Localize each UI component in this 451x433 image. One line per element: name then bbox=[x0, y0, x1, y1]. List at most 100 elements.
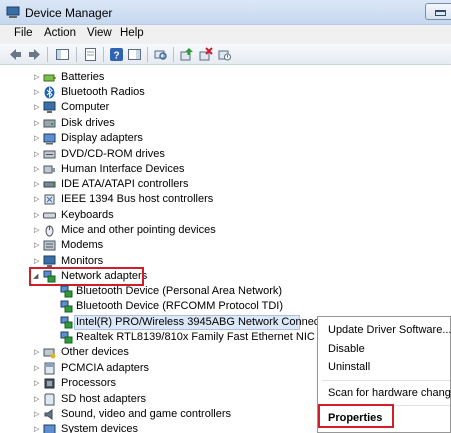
tree-item-label: Bluetooth Device (RFCOMM Protocol TDI) bbox=[76, 300, 284, 312]
expand-icon[interactable]: ▷ bbox=[34, 257, 39, 266]
expand-icon[interactable]: ▷ bbox=[34, 364, 39, 373]
tree-item-ieee-1394-bus-host-controllers[interactable]: ▷ IEEE 1394 Bus host controllers bbox=[0, 192, 451, 207]
tree-item-label: Computer bbox=[61, 101, 110, 113]
menu-bar: File Action View Help bbox=[0, 25, 451, 44]
toolbar-separator bbox=[173, 47, 174, 62]
tree-item-disk-drives[interactable]: ▷ Disk drives bbox=[0, 116, 451, 131]
network-adapter-icon bbox=[60, 300, 73, 313]
title-bar: Device Manager bbox=[0, 0, 451, 25]
ide-controller-icon bbox=[43, 181, 56, 188]
tree-item-label: Bluetooth Device (Personal Area Network) bbox=[76, 285, 283, 297]
tree-item-label: Other devices bbox=[61, 346, 129, 358]
menu-action[interactable]: Action bbox=[44, 27, 76, 39]
scan-for-hardware-changes-menu-item[interactable]: Scan for hardware changes bbox=[328, 387, 451, 399]
tree-item-batteries[interactable]: ▷ Batteries bbox=[0, 70, 451, 85]
toolbar-separator bbox=[47, 47, 48, 62]
tree-item-label: Bluetooth Radios bbox=[61, 86, 145, 98]
disk-drive-icon bbox=[43, 119, 56, 128]
expand-icon[interactable]: ▷ bbox=[34, 180, 39, 189]
tree-item-dvd-cd-rom-drives[interactable]: ▷ DVD/CD-ROM drives bbox=[0, 147, 451, 162]
tree-item-label: Modems bbox=[61, 239, 104, 251]
back-arrow-icon[interactable] bbox=[8, 47, 23, 62]
tree-item-label: Disk drives bbox=[61, 117, 115, 129]
device-manager-icon bbox=[6, 6, 20, 18]
tree-item-mice-and-other-pointing-devices[interactable]: ▷ Mice and other pointing devices bbox=[0, 223, 451, 238]
window-title: Device Manager bbox=[25, 6, 113, 20]
bluetooth-icon bbox=[44, 86, 55, 99]
computer-icon bbox=[43, 101, 56, 113]
tree-item-label: Mice and other pointing devices bbox=[61, 224, 216, 236]
mouse-icon bbox=[45, 225, 54, 237]
tree-item-label: Human Interface Devices bbox=[61, 163, 185, 175]
expand-icon[interactable]: ▷ bbox=[34, 150, 39, 159]
expand-icon[interactable]: ▷ bbox=[34, 395, 39, 404]
expand-icon[interactable]: ▷ bbox=[34, 241, 39, 250]
tree-item-ide-ata-atapi-controllers[interactable]: ▷ IDE ATA/ATAPI controllers bbox=[0, 177, 451, 192]
other-devices-icon bbox=[43, 348, 56, 359]
menu-help[interactable]: Help bbox=[120, 27, 144, 39]
system-devices-icon bbox=[43, 424, 56, 433]
tree-item-keyboards[interactable]: ▷ Keyboards bbox=[0, 208, 451, 223]
tree-item-display-adapters[interactable]: ▷ Display adapters bbox=[0, 131, 451, 146]
network-adapter-icon bbox=[60, 285, 73, 298]
tree-item-label: Display adapters bbox=[61, 132, 143, 144]
show-hide-action-pane-icon[interactable] bbox=[127, 47, 142, 62]
tree-item-bluetooth-rfcomm[interactable]: Bluetooth Device (RFCOMM Protocol TDI) bbox=[0, 299, 451, 314]
display-adapter-icon bbox=[43, 133, 56, 145]
expand-icon[interactable]: ▷ bbox=[34, 134, 39, 143]
tree-item-bluetooth-pan[interactable]: Bluetooth Device (Personal Area Network) bbox=[0, 284, 451, 299]
pcmcia-icon bbox=[44, 362, 55, 375]
show-hide-tree-icon[interactable] bbox=[55, 47, 70, 62]
update-driver-software-menu-item[interactable]: Update Driver Software... bbox=[328, 324, 451, 336]
tree-item-human-interface-devices[interactable]: ▷ Human Interface Devices bbox=[0, 162, 451, 177]
help-icon[interactable]: ? bbox=[109, 47, 124, 62]
uninstall-menu-item[interactable]: Uninstall bbox=[328, 361, 370, 373]
processor-icon bbox=[44, 378, 55, 389]
disable-menu-item[interactable]: Disable bbox=[328, 343, 365, 355]
toolbar-separator bbox=[147, 47, 148, 62]
menu-file[interactable]: File bbox=[14, 27, 33, 39]
tree-item-label: Keyboards bbox=[61, 209, 114, 221]
speaker-icon bbox=[44, 409, 53, 420]
toolbar: ? bbox=[0, 44, 451, 65]
maximize-button[interactable] bbox=[425, 3, 451, 20]
hid-icon bbox=[43, 165, 55, 174]
uninstall-icon[interactable] bbox=[198, 47, 213, 62]
expand-icon[interactable]: ▷ bbox=[34, 425, 39, 433]
expand-icon[interactable]: ▷ bbox=[34, 165, 39, 174]
toolbar-separator bbox=[103, 47, 104, 62]
expand-icon[interactable]: ▷ bbox=[34, 119, 39, 128]
tree-item-label: Processors bbox=[61, 377, 117, 389]
expand-icon[interactable]: ▷ bbox=[34, 103, 39, 112]
network-adapter-icon bbox=[60, 316, 73, 329]
tree-item-label: DVD/CD-ROM drives bbox=[61, 148, 165, 160]
properties-icon[interactable] bbox=[83, 47, 98, 62]
ieee1394-icon bbox=[44, 194, 55, 205]
expand-icon[interactable]: ▷ bbox=[34, 211, 39, 220]
update-driver-icon[interactable] bbox=[179, 47, 194, 62]
tree-item-label: IEEE 1394 Bus host controllers bbox=[61, 193, 214, 205]
expand-icon[interactable]: ▷ bbox=[34, 379, 39, 388]
tree-item-label: SD host adapters bbox=[61, 393, 146, 405]
disable-device-icon[interactable] bbox=[217, 47, 232, 62]
network-adapter-icon bbox=[60, 331, 73, 344]
dvd-drive-icon bbox=[43, 150, 56, 159]
expand-icon[interactable]: ▷ bbox=[34, 226, 39, 235]
menu-separator bbox=[322, 380, 450, 381]
expand-icon[interactable]: ▷ bbox=[34, 88, 39, 97]
maximize-icon bbox=[435, 10, 446, 16]
forward-arrow-icon[interactable] bbox=[27, 47, 42, 62]
tree-item-bluetooth-radios[interactable]: ▷ Bluetooth Radios bbox=[0, 85, 451, 100]
menu-view[interactable]: View bbox=[87, 27, 112, 39]
tree-item-computer[interactable]: ▷ Computer bbox=[0, 100, 451, 115]
expand-icon[interactable]: ▷ bbox=[34, 73, 39, 82]
expand-icon[interactable]: ▷ bbox=[34, 195, 39, 204]
expand-icon[interactable]: ▷ bbox=[34, 348, 39, 357]
tree-item-label: System devices bbox=[61, 423, 139, 433]
tree-item-modems[interactable]: ▷ Modems bbox=[0, 238, 451, 253]
tree-item-label: IDE ATA/ATAPI controllers bbox=[61, 178, 189, 190]
modem-icon bbox=[43, 240, 56, 251]
battery-icon bbox=[43, 74, 56, 82]
expand-icon[interactable]: ▷ bbox=[34, 410, 39, 419]
scan-hardware-icon[interactable] bbox=[153, 47, 168, 62]
